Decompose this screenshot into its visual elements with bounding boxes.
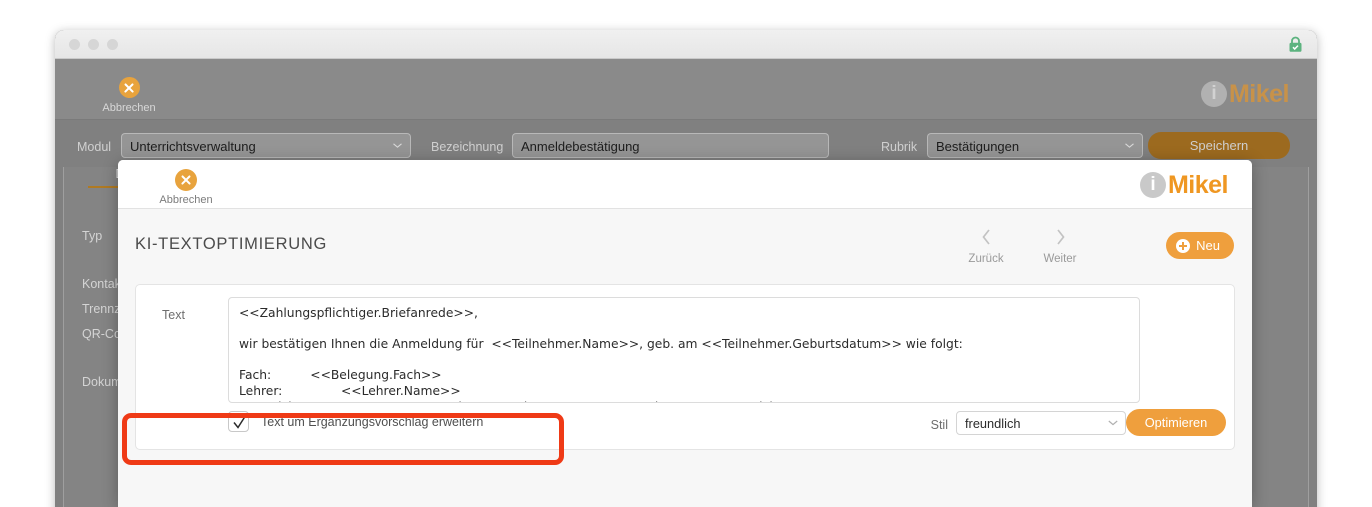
plus-circle-icon bbox=[1176, 238, 1191, 253]
nav-next-button[interactable]: Weiter bbox=[1036, 228, 1084, 265]
field-label-typ: Typ bbox=[82, 229, 103, 243]
rubrik-select[interactable]: Bestätigungen bbox=[927, 133, 1143, 158]
chevron-left-icon bbox=[981, 229, 990, 245]
logo-wordmark: Mikel bbox=[1167, 171, 1229, 199]
window-titlebar bbox=[55, 30, 1317, 59]
text-optimization-card: Text <<Zahlungspflichtiger.Briefanrede>>… bbox=[135, 284, 1235, 450]
logo-i-letter: i bbox=[1211, 83, 1217, 104]
modul-select[interactable]: Unterrichtsverwaltung bbox=[121, 133, 411, 158]
logo-i-letter: i bbox=[1150, 174, 1156, 195]
background-cancel-button[interactable]: Abbrechen bbox=[85, 77, 173, 114]
optimize-button[interactable]: Optimieren bbox=[1126, 409, 1226, 436]
bezeichnung-input[interactable]: Anmeldebestätigung bbox=[512, 133, 829, 158]
app-toolbar: Abbrechen i Mikel bbox=[55, 59, 1317, 120]
chevron-right-icon bbox=[1056, 229, 1065, 245]
stil-value: freundlich bbox=[965, 416, 1021, 431]
dialog-nav-group: Zurück Weiter bbox=[962, 228, 1084, 265]
nav-back-label: Zurück bbox=[968, 253, 1004, 265]
stil-select[interactable]: freundlich bbox=[956, 411, 1126, 435]
background-form-row: Modul Unterrichtsverwaltung Bezeichnung … bbox=[55, 121, 1317, 165]
field-label-dokument: Dokum bbox=[82, 375, 122, 389]
logo-wordmark: Mikel bbox=[1228, 80, 1290, 108]
dialog-cancel-label: Abbrechen bbox=[159, 194, 213, 206]
orange-x-circle-icon bbox=[175, 169, 197, 191]
text-field-label: Text bbox=[162, 308, 185, 322]
dialog-header: Abbrechen i Mikel bbox=[118, 160, 1252, 209]
close-dot-icon[interactable] bbox=[69, 39, 80, 50]
stil-label: Stil bbox=[930, 418, 948, 432]
screenshot-root: Abbrechen i Mikel Modul Unterrichtsverwa… bbox=[0, 0, 1372, 507]
rubrik-label: Rubrik bbox=[881, 140, 918, 154]
logo-i-mark-icon: i bbox=[1200, 81, 1227, 107]
zoom-dot-icon[interactable] bbox=[107, 39, 118, 50]
nav-next-label: Weiter bbox=[1043, 253, 1077, 265]
extend-suggestion-checkbox[interactable] bbox=[228, 411, 249, 432]
green-lock-icon bbox=[1289, 36, 1302, 52]
bezeichnung-value: Anmeldebestätigung bbox=[521, 139, 640, 154]
modul-label: Modul bbox=[77, 140, 112, 154]
ki-textoptimierung-dialog: Abbrechen i Mikel KI-TEXTOPTIMIERUNG Zur… bbox=[118, 160, 1252, 507]
chevron-down-icon bbox=[393, 143, 402, 148]
dialog-cancel-button[interactable]: Abbrechen bbox=[144, 169, 228, 206]
new-button-label: Neu bbox=[1196, 238, 1220, 253]
chevron-down-icon bbox=[1125, 143, 1134, 148]
new-button[interactable]: Neu bbox=[1166, 232, 1234, 259]
checkmark-icon bbox=[233, 416, 246, 429]
rubrik-value: Bestätigungen bbox=[936, 139, 1020, 154]
dialog-title: KI-TEXTOPTIMIERUNG bbox=[135, 235, 327, 253]
nav-back-button[interactable]: Zurück bbox=[962, 228, 1010, 265]
logo-i-mark-icon: i bbox=[1139, 172, 1166, 198]
minimize-dot-icon[interactable] bbox=[88, 39, 99, 50]
traffic-light-group[interactable] bbox=[69, 39, 118, 50]
extend-suggestion-row[interactable]: Text um Ergänzungsvorschlag erweitern bbox=[228, 411, 483, 432]
extend-suggestion-label: Text um Ergänzungsvorschlag erweitern bbox=[261, 414, 484, 429]
background-app-logo: i Mikel bbox=[1200, 77, 1290, 111]
modul-value: Unterrichtsverwaltung bbox=[130, 139, 256, 154]
background-cancel-label: Abbrechen bbox=[102, 102, 156, 114]
text-input[interactable]: <<Zahlungspflichtiger.Briefanrede>>, wir… bbox=[228, 297, 1140, 403]
orange-x-circle-icon bbox=[118, 77, 140, 98]
bezeichnung-label: Bezeichnung bbox=[431, 140, 504, 154]
dialog-logo: i Mikel bbox=[1139, 168, 1229, 202]
save-button[interactable]: Speichern bbox=[1148, 132, 1290, 159]
chevron-down-icon bbox=[1108, 420, 1118, 426]
